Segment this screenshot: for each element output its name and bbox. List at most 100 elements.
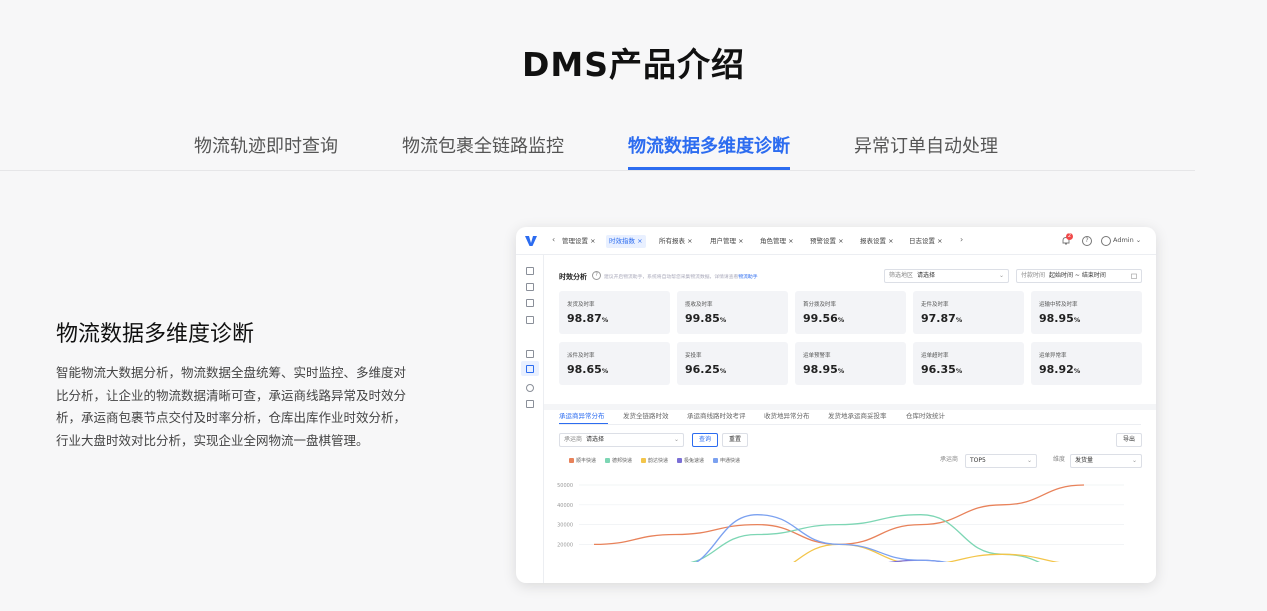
metric-value: 96.35%	[921, 363, 962, 376]
close-icon[interactable]: ×	[888, 237, 893, 245]
metric-number: 99.85	[685, 312, 720, 325]
app-tab[interactable]: 角色管理 ×	[757, 235, 797, 248]
metric-unit: %	[1073, 316, 1081, 324]
metric-card: 运单异常率 98.92%	[1031, 342, 1142, 385]
metric-number: 99.56	[803, 312, 838, 325]
series-line	[793, 543, 1061, 562]
user-avatar-icon[interactable]	[1101, 236, 1111, 246]
legend-swatch	[605, 457, 610, 463]
metric-label: 运单异常率	[1039, 353, 1067, 359]
legend-label: 顺丰快递	[576, 458, 597, 464]
dimension-select-box[interactable]: 发货量 ⌄	[1070, 454, 1142, 468]
carrier-select[interactable]: 承运商 请选择 ⌄	[559, 433, 684, 447]
metric-label: 派件及时率	[567, 353, 595, 359]
top-select-label: 承运商	[940, 456, 959, 463]
tab-exception-handling[interactable]: 异常订单自动处理	[854, 132, 998, 158]
metric-value: 98.87%	[567, 312, 608, 325]
top-select-value: TOP5	[970, 457, 986, 464]
tabs-next-icon[interactable]: ›	[960, 235, 963, 244]
metric-label: 运输中转及时率	[1039, 302, 1078, 308]
grid-icon[interactable]	[526, 316, 534, 324]
tabs-prev-icon[interactable]: ‹	[552, 235, 555, 244]
app-tab-active[interactable]: 时效指数 ×	[606, 235, 646, 248]
document-icon[interactable]	[526, 299, 534, 307]
gear-icon[interactable]	[526, 384, 534, 392]
pay-time-range[interactable]: 付款时间 起始时间 ~ 结束时间	[1016, 269, 1142, 283]
close-icon[interactable]: ×	[637, 237, 642, 245]
metric-value: 98.95%	[1039, 312, 1080, 325]
dimension-select-label: 维度	[1053, 456, 1066, 463]
query-button[interactable]: 查询	[692, 433, 718, 447]
metric-number: 98.92	[1039, 363, 1074, 376]
tab-tracking[interactable]: 物流轨迹即时查询	[194, 132, 338, 158]
home-icon[interactable]	[526, 267, 534, 275]
metric-label: 发货及时率	[567, 302, 595, 308]
user-name: Admin	[1113, 236, 1134, 244]
app-tab[interactable]: 用户管理 ×	[707, 235, 747, 248]
close-icon[interactable]: ×	[788, 237, 793, 245]
dimension-select[interactable]: 维度 发货量 ⌄	[1053, 454, 1142, 468]
app-tab[interactable]: 所有报表 ×	[656, 235, 696, 248]
user-menu[interactable]: Admin ⌄	[1113, 236, 1141, 244]
reset-button[interactable]: 重置	[722, 433, 748, 447]
subtab-carrier-exception[interactable]: 承运商异常分布	[559, 410, 605, 420]
chevron-down-icon: ⌄	[1026, 457, 1032, 464]
subtab-delivery-rate[interactable]: 发货地承运商妥投率	[828, 410, 887, 420]
hint-link[interactable]: 物流助手	[738, 275, 757, 280]
legend-swatch	[677, 457, 682, 463]
subtab-shipping-chain[interactable]: 发货全链路时效	[623, 410, 669, 420]
metric-number: 96.35	[921, 363, 956, 376]
app-tab-label: 角色管理	[760, 237, 786, 245]
metric-unit: %	[955, 367, 963, 375]
chevron-down-icon: ⌄	[1131, 457, 1137, 464]
metric-unit: %	[1073, 367, 1081, 375]
metric-card: 走件及时率 97.87%	[913, 291, 1024, 334]
subtab-warehouse-stats[interactable]: 仓库时效统计	[906, 410, 945, 420]
metric-label: 运单超时率	[921, 353, 949, 359]
help-icon[interactable]: ?	[592, 271, 601, 280]
apps-icon[interactable]	[526, 400, 534, 408]
close-icon[interactable]: ×	[687, 237, 692, 245]
analysis-title: 时效分析	[559, 273, 587, 281]
y-tick-label: 50000	[557, 483, 573, 489]
metric-number: 96.25	[685, 363, 720, 376]
metric-unit: %	[955, 316, 963, 324]
app-tab[interactable]: 管理设置 ×	[559, 235, 599, 248]
series-line	[888, 559, 946, 562]
metric-number: 98.65	[567, 363, 602, 376]
sliders-icon[interactable]	[526, 350, 534, 358]
subtab-destination-exception[interactable]: 收货地异常分布	[764, 410, 810, 420]
subtab-route-evaluation[interactable]: 承运商线路时效考评	[687, 410, 746, 420]
top-select-box[interactable]: TOP5 ⌄	[965, 454, 1037, 468]
metric-card: 发货及时率 98.87%	[559, 291, 670, 334]
hint-text: 建议开启物流助手，系统将自动帮您采集物流数据，详情请查看	[604, 275, 739, 280]
help-icon[interactable]: ?	[1082, 236, 1092, 246]
carrier-select-value: 请选择	[586, 436, 605, 443]
page-title: DMS产品介绍	[522, 45, 745, 84]
close-icon[interactable]: ×	[590, 237, 595, 245]
app-tab[interactable]: 报表设置 ×	[857, 235, 897, 248]
tab-monitoring[interactable]: 物流包裹全链路监控	[402, 132, 564, 158]
calendar-icon	[1131, 273, 1137, 279]
y-tick-label: 40000	[557, 503, 573, 509]
carrier-select-label: 承运商	[564, 436, 583, 443]
metric-value: 97.87%	[921, 312, 962, 325]
metric-unit: %	[719, 316, 727, 324]
close-icon[interactable]: ×	[838, 237, 843, 245]
chart-icon[interactable]	[526, 365, 534, 373]
app-tab[interactable]: 预警设置 ×	[807, 235, 847, 248]
tab-diagnosis[interactable]: 物流数据多维度诊断	[628, 132, 790, 158]
close-icon[interactable]: ×	[738, 237, 743, 245]
app-tab[interactable]: 日志设置 ×	[906, 235, 946, 248]
close-icon[interactable]: ×	[937, 237, 942, 245]
monitor-icon[interactable]	[526, 283, 534, 291]
pay-time-label: 付款时间	[1021, 272, 1046, 279]
metric-card: 首分拨及时率 99.56%	[795, 291, 906, 334]
top-select[interactable]: 承运商 TOP5 ⌄	[940, 454, 1037, 468]
legend-item: 德邦快递	[605, 457, 632, 464]
legend-label: 德邦快递	[612, 458, 633, 464]
region-select[interactable]: 筛选地区 请选择 ⌄	[884, 269, 1009, 283]
metric-unit: %	[719, 367, 727, 375]
export-button[interactable]: 导出	[1116, 433, 1142, 447]
metric-label: 运单预警率	[803, 353, 831, 359]
